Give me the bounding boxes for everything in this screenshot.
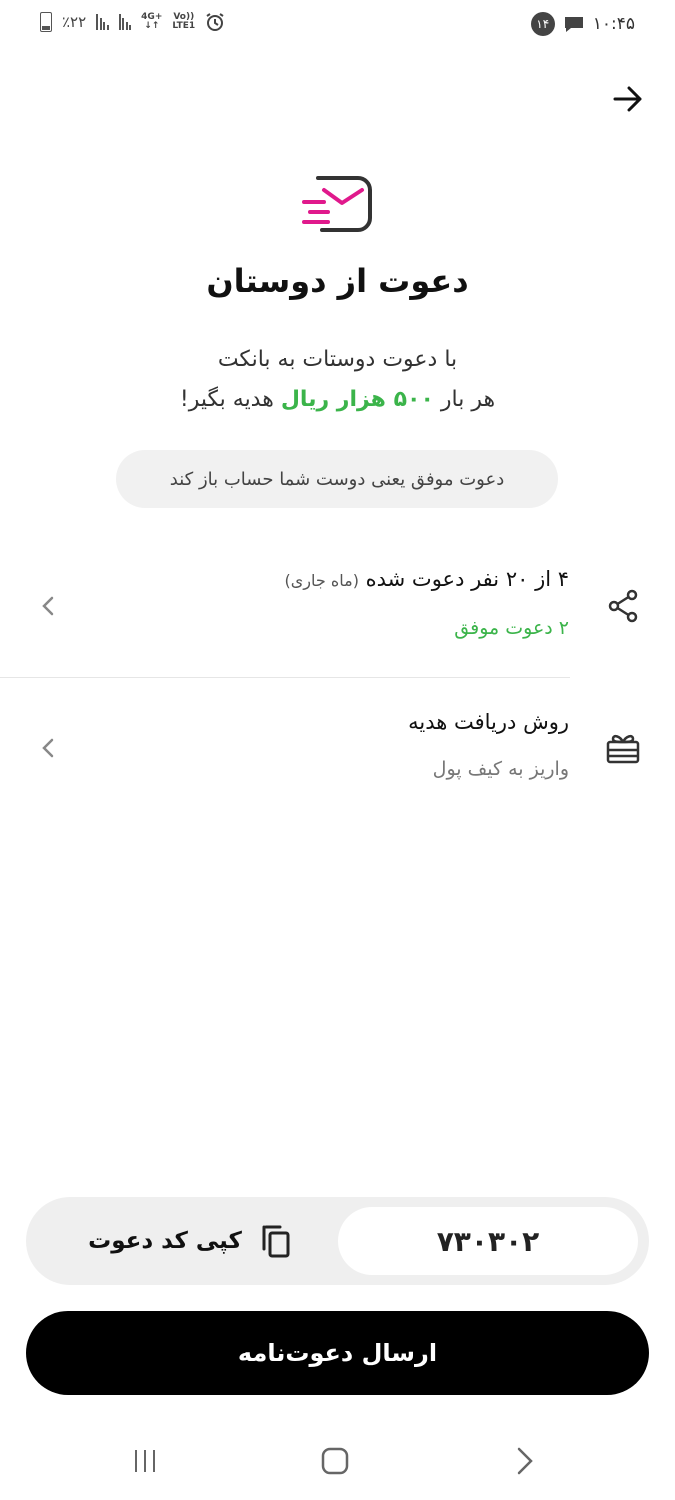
status-right: ۱۴ ۱۰:۴۵ — [530, 12, 635, 36]
gift-method-value: واریز به کیف پول — [432, 758, 569, 780]
volte-icon: Vo)) LTE1 — [172, 12, 196, 31]
envelope-icon — [302, 176, 372, 232]
status-bar: ٪۲۲ 4G+ ↓↑ Vo)) LTE1 ۱۴ ۱۰:۴۵ — [0, 0, 675, 50]
nav-back-icon[interactable] — [510, 1446, 540, 1476]
chevron-left-icon — [42, 738, 54, 758]
copy-code-label: کپی کد دعوت — [88, 1228, 242, 1254]
successful-invites: ۲ دعوت موفق — [454, 617, 569, 639]
info-pill: دعوت موفق یعنی دوست شما حساب باز کند — [116, 450, 558, 508]
signal-icon — [96, 14, 109, 30]
network-4g-icon: 4G+ ↓↑ — [141, 12, 163, 31]
invites-status-row[interactable]: ۴ از ۲۰ نفر دعوت شده (ماه جاری) ۲ دعوت م… — [0, 540, 675, 670]
gift-method-title: روش دریافت هدیه — [408, 710, 569, 734]
status-time: ۱۰:۴۵ — [592, 14, 635, 34]
description-line-2: هر بار ۵۰۰ هزار ریال هدیه بگیر! — [179, 387, 496, 412]
send-invitation-button[interactable]: ارسال دعوت‌نامه — [26, 1311, 649, 1395]
description-line-1: با دعوت دوستات به بانکت — [217, 347, 458, 372]
chevron-left-icon — [42, 596, 54, 616]
invites-count-title: ۴ از ۲۰ نفر دعوت شده (ماه جاری) — [284, 567, 569, 591]
home-icon[interactable] — [320, 1446, 350, 1476]
notification-count-badge: ۱۴ — [530, 12, 555, 36]
copy-code-button[interactable]: کپی کد دعوت — [70, 1207, 310, 1275]
invite-code: ۷۳۰۳۰۲ — [338, 1207, 638, 1275]
copy-icon — [262, 1225, 290, 1258]
page-title: دعوت از دوستان — [206, 262, 469, 300]
gift-method-row[interactable]: روش دریافت هدیه واریز به کیف پول — [0, 690, 675, 800]
alarm-icon — [206, 13, 224, 31]
battery-icon — [40, 12, 52, 32]
message-icon — [564, 17, 583, 32]
status-left: ٪۲۲ 4G+ ↓↑ Vo)) LTE1 — [40, 12, 225, 32]
system-nav-bar — [0, 1428, 675, 1494]
divider — [0, 677, 570, 678]
gift-icon — [606, 734, 640, 764]
invites-period-note: (ماه جاری) — [284, 571, 359, 590]
signal-icon-2 — [118, 14, 132, 30]
recent-apps-icon[interactable] — [130, 1446, 160, 1476]
share-icon — [608, 589, 638, 623]
reward-amount: ۵۰۰ هزار ریال — [280, 387, 434, 412]
back-arrow-icon[interactable] — [611, 82, 645, 116]
battery-percent: ٪۲۲ — [62, 13, 87, 31]
invite-description: با دعوت دوستات به بانکت هر بار ۵۰۰ هزار … — [0, 340, 675, 420]
